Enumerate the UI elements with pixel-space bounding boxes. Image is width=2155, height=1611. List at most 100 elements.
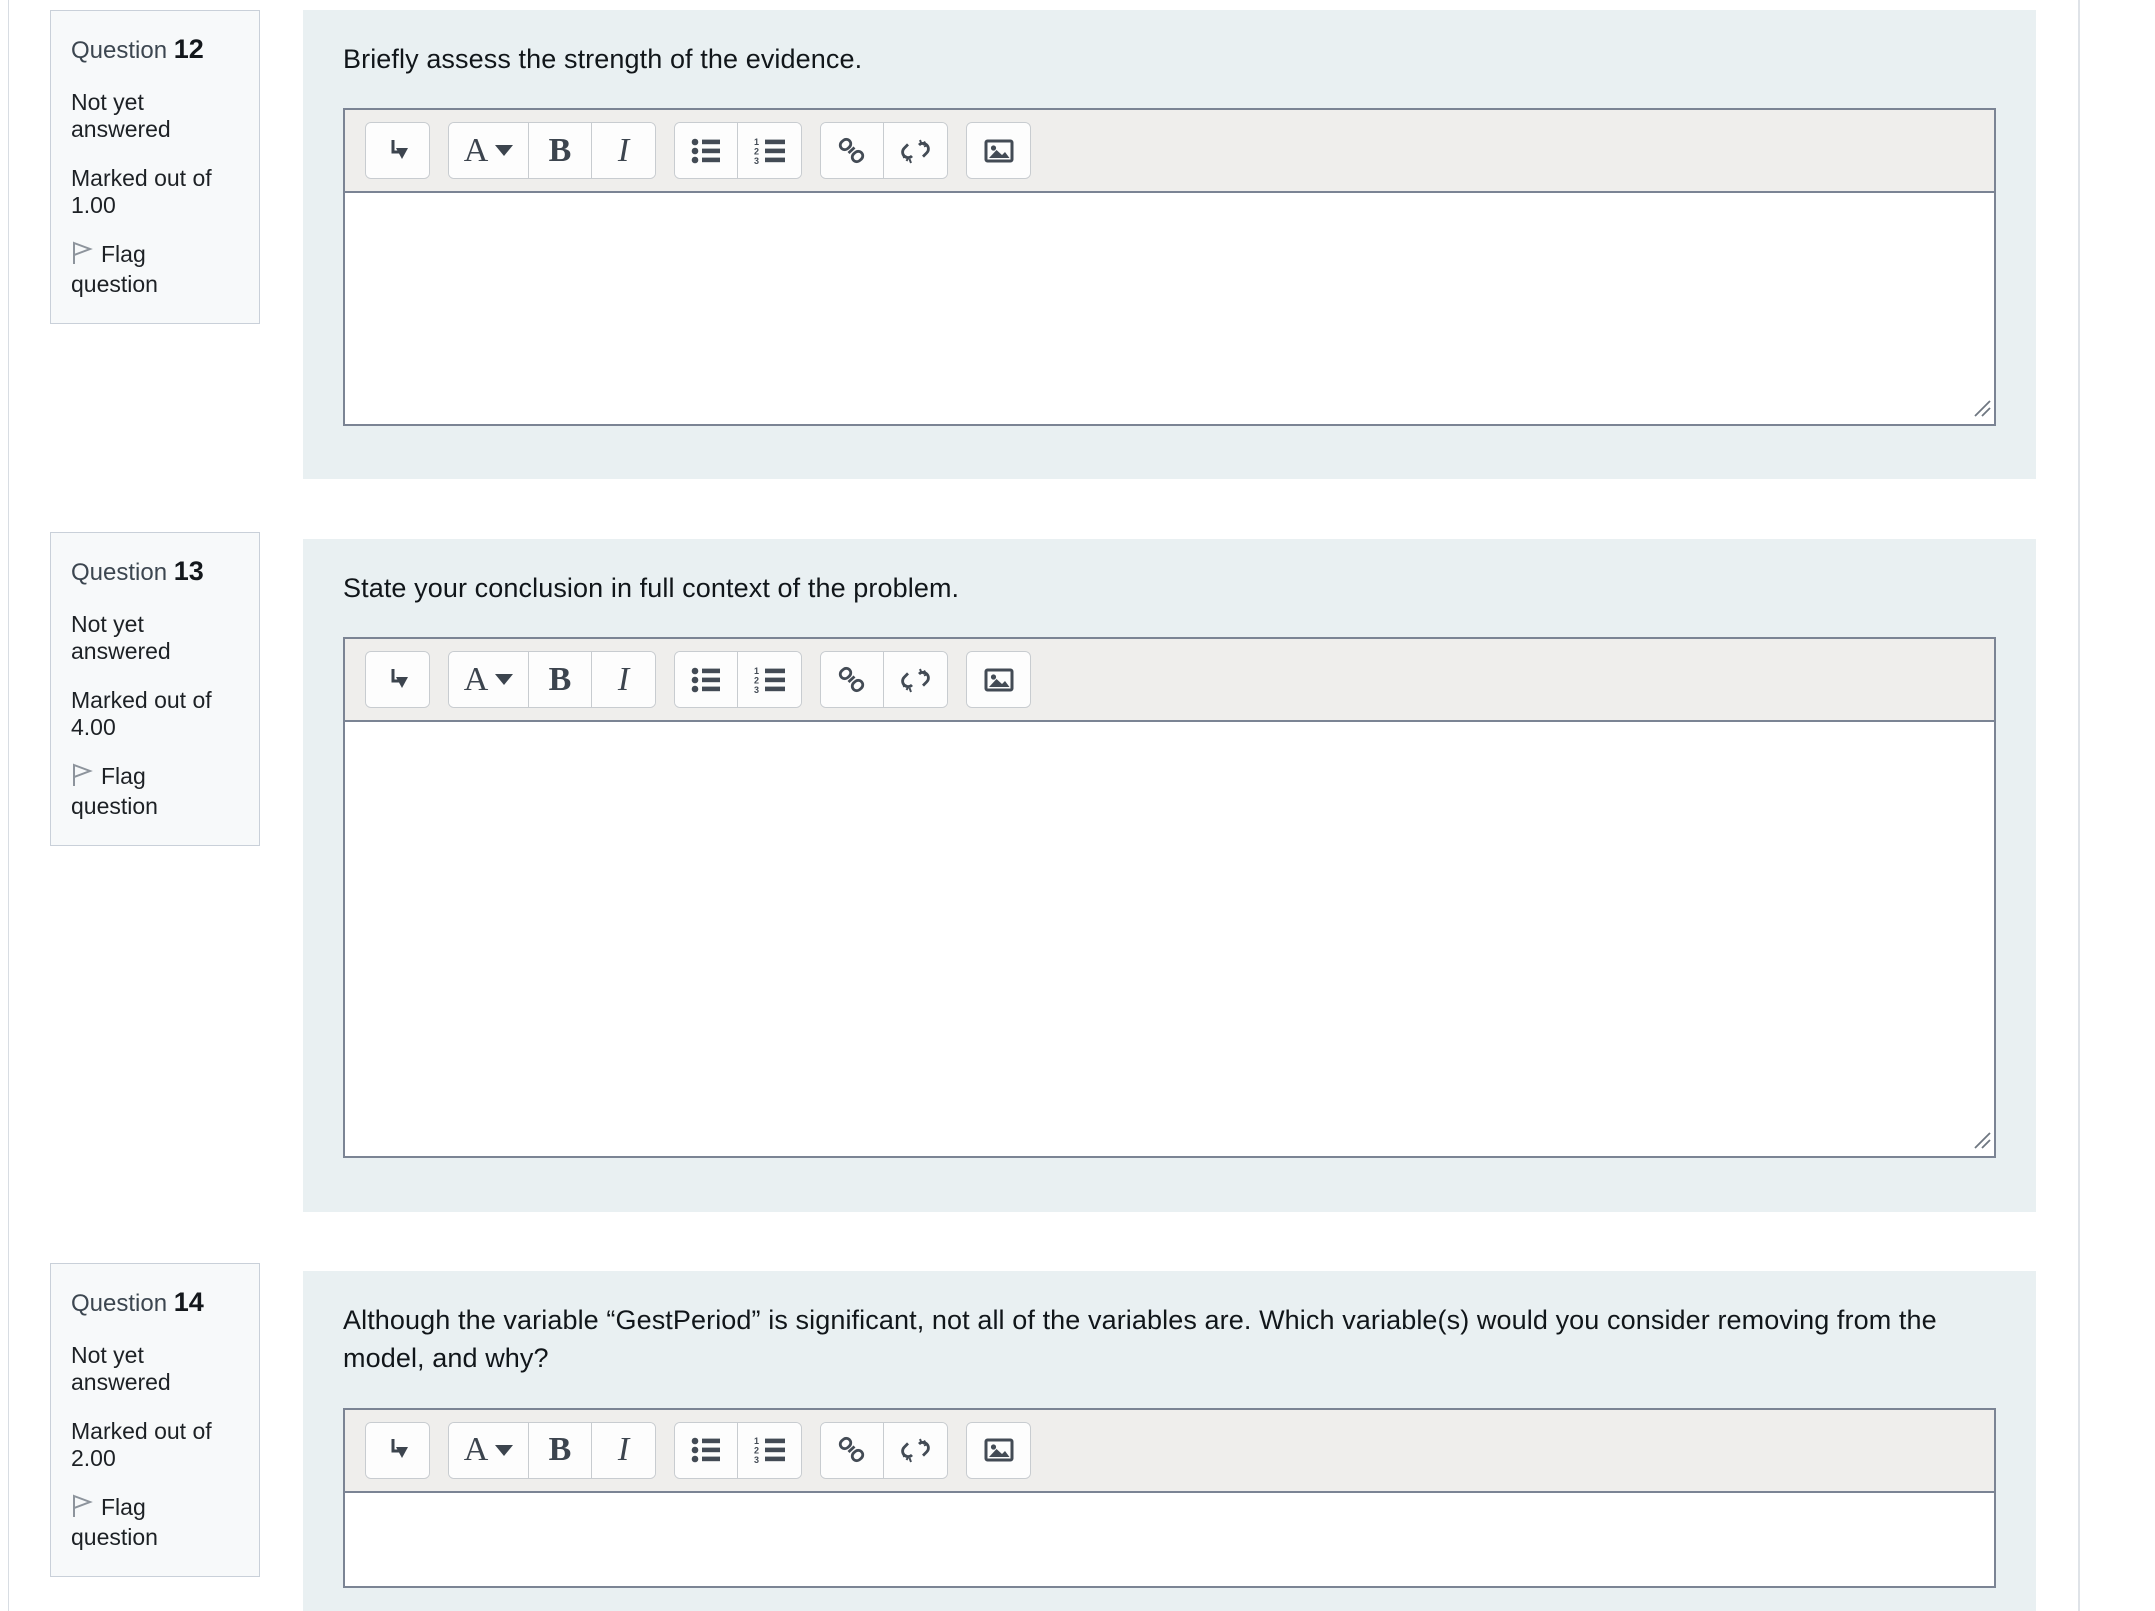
svg-text:2: 2 (754, 146, 759, 156)
question-grade-13: Marked out of 4.00 (71, 687, 212, 741)
page-left-border (8, 0, 9, 1611)
answer-textarea-13[interactable] (345, 722, 1994, 1153)
question-label: Question (71, 1290, 168, 1317)
unlink-icon[interactable] (884, 652, 947, 708)
svg-text:3: 3 (754, 156, 759, 164)
toolbar-group-expand (365, 1421, 430, 1479)
link-icon[interactable] (821, 652, 884, 708)
italic-label: I (617, 1431, 630, 1469)
flag-question-link-12[interactable]: Flag question (71, 241, 239, 298)
image-icon[interactable] (967, 1422, 1030, 1478)
editor-toolbar-13: A B I 1 2 3 (345, 639, 1994, 723)
toolbar-group-lists: 123 (674, 1421, 802, 1479)
bold-label: B (548, 660, 572, 698)
question-status-12: Not yet answered (71, 88, 171, 142)
question-status-14: Not yet answered (71, 1341, 171, 1395)
italic-icon[interactable]: I (592, 1422, 655, 1478)
question-text-13: State your conclusion in full context of… (343, 573, 960, 603)
question-status-13: Not yet answered (71, 610, 171, 664)
toolbar-group-lists: 123 (674, 122, 802, 180)
font-style-label: A (463, 1431, 489, 1469)
answer-textarea-12[interactable] (345, 193, 1994, 421)
question-title-13: Question 13 (71, 555, 239, 589)
link-icon[interactable] (821, 1422, 884, 1478)
italic-label: I (617, 131, 630, 169)
flag-question-link-14[interactable]: Flag question (71, 1494, 239, 1551)
toolbar-group-format: A B I (448, 651, 656, 709)
question-title-14: Question 14 (71, 1286, 239, 1320)
question-label: Question (71, 559, 168, 586)
toolbar-group-link (820, 1421, 948, 1479)
question-info-box-13: Question 13 Not yet answered Marked out … (50, 532, 260, 846)
toolbar-group-format: A B I (448, 1421, 656, 1479)
bold-icon[interactable]: B (529, 1422, 592, 1478)
font-style-icon[interactable]: A (449, 1422, 529, 1478)
svg-text:3: 3 (754, 1455, 759, 1463)
bold-label: B (548, 131, 572, 169)
question-info-box-12: Question 12 Not yet answered Marked out … (50, 10, 260, 324)
editor-toolbar-12: A B I 1 2 3 (345, 110, 1994, 194)
link-icon[interactable] (821, 123, 884, 179)
question-content-12: Briefly assess the strength of the evide… (303, 10, 2036, 479)
toolbar-group-format: A B I (448, 122, 656, 180)
question-text-14: Although the variable “GestPeriod” is si… (343, 1305, 1937, 1374)
chevron-down-icon (495, 674, 514, 686)
unlink-icon[interactable] (884, 123, 947, 179)
flag-icon (71, 241, 93, 271)
question-grade-14: Marked out of 2.00 (71, 1418, 212, 1472)
question-label: Question (71, 37, 168, 64)
editor-toolbar-14: A B I 1 2 3 (345, 1409, 1994, 1493)
numbered-list-icon[interactable]: 123 (738, 652, 801, 708)
bold-icon[interactable]: B (529, 123, 592, 179)
italic-icon[interactable]: I (592, 123, 655, 179)
question-content-13: State your conclusion in full context of… (303, 539, 2036, 1212)
answer-editor-13: A B I 1 2 3 (343, 637, 1996, 1159)
numbered-list-icon[interactable]: 123 (738, 1422, 801, 1478)
expand-toolbar-icon[interactable] (366, 123, 429, 179)
bullet-list-icon[interactable] (675, 123, 738, 179)
svg-text:3: 3 (754, 685, 759, 693)
image-icon[interactable] (967, 123, 1030, 179)
font-style-icon[interactable]: A (449, 652, 529, 708)
expand-toolbar-icon[interactable] (366, 652, 429, 708)
toolbar-group-image (966, 122, 1031, 180)
bullet-list-icon[interactable] (675, 652, 738, 708)
font-style-label: A (463, 131, 489, 169)
flag-icon (71, 763, 93, 793)
question-text-12: Briefly assess the strength of the evide… (343, 44, 863, 74)
resize-handle-icon[interactable] (1969, 1127, 1991, 1149)
image-icon[interactable] (967, 652, 1030, 708)
toolbar-group-expand (365, 651, 430, 709)
italic-icon[interactable]: I (592, 652, 655, 708)
bold-icon[interactable]: B (529, 652, 592, 708)
question-info-box-14: Question 14 Not yet answered Marked out … (50, 1263, 260, 1577)
unlink-icon[interactable] (884, 1422, 947, 1478)
question-content-14: Although the variable “GestPeriod” is si… (303, 1271, 2036, 1611)
bullet-list-icon[interactable] (675, 1422, 738, 1478)
italic-label: I (617, 660, 630, 698)
toolbar-group-lists: 123 (674, 651, 802, 709)
answer-editor-12: A B I 1 2 3 (343, 108, 1996, 427)
expand-toolbar-icon[interactable] (366, 1422, 429, 1478)
font-style-icon[interactable]: A (449, 123, 529, 179)
svg-text:2: 2 (754, 675, 759, 685)
numbered-list-icon[interactable]: 123 (738, 123, 801, 179)
toolbar-group-image (966, 1421, 1031, 1479)
resize-handle-icon[interactable] (1969, 395, 1991, 417)
toolbar-group-expand (365, 122, 430, 180)
chevron-down-icon (495, 1444, 514, 1456)
question-number: 13 (173, 556, 204, 586)
quiz-attempt-page: Question 12 Not yet answered Marked out … (0, 0, 2155, 1611)
answer-textarea-14[interactable] (345, 1492, 1994, 1582)
question-title-12: Question 12 (71, 33, 239, 67)
font-style-label: A (463, 660, 489, 698)
toolbar-group-link (820, 651, 948, 709)
answer-editor-14: A B I 1 2 3 (343, 1407, 1996, 1588)
question-number: 12 (173, 34, 204, 64)
svg-text:2: 2 (754, 1446, 759, 1456)
bold-label: B (548, 1431, 572, 1469)
flag-question-link-13[interactable]: Flag question (71, 763, 239, 820)
question-number: 14 (173, 1287, 204, 1317)
toolbar-group-image (966, 651, 1031, 709)
page-right-divider (2078, 0, 2080, 1611)
